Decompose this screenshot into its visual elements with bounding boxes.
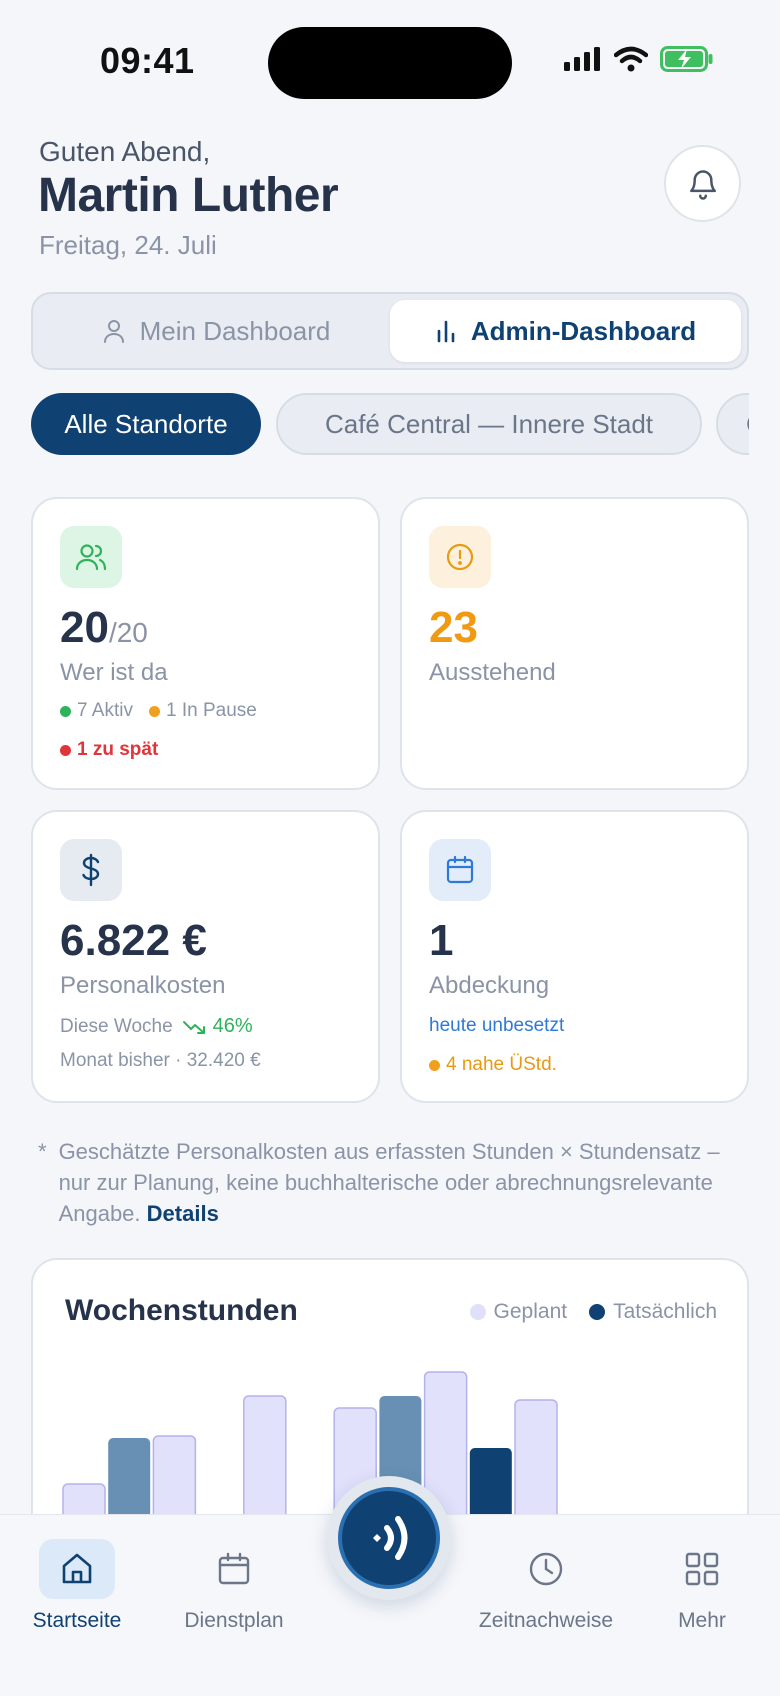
icon-box bbox=[429, 839, 491, 901]
chip-all-locations[interactable]: Alle Standorte bbox=[31, 393, 261, 455]
card-label: Personalkosten bbox=[60, 972, 226, 999]
nfc-icon bbox=[373, 1516, 408, 1560]
icon-box bbox=[429, 526, 491, 588]
tab-home[interactable]: Startseite bbox=[7, 1539, 147, 1633]
bar-chart-icon bbox=[437, 320, 455, 343]
pause-dot bbox=[148, 705, 160, 717]
coverage-value: 1 bbox=[429, 916, 454, 965]
calendar-icon bbox=[446, 855, 474, 884]
wifi-icon bbox=[614, 46, 648, 72]
present-total: /20 bbox=[108, 617, 148, 648]
status-time: 09:41 bbox=[100, 40, 195, 81]
costs-value: 6.822 € bbox=[60, 916, 207, 965]
dashboard-switch: Mein Dashboard Admin-Dashboard bbox=[31, 292, 749, 370]
clock-in-button[interactable] bbox=[338, 1487, 440, 1589]
details-link[interactable]: Details bbox=[147, 1201, 219, 1226]
coverage-card[interactable]: 1 Abdeckung heute unbesetzt 4 nahe ÜStd. bbox=[400, 810, 749, 1103]
grid-icon bbox=[685, 1552, 719, 1586]
attendance-card[interactable]: 20/20 Wer ist da 7 Aktiv 1 In Pause 1 zu… bbox=[31, 497, 380, 790]
tab-label: Startseite bbox=[32, 1609, 122, 1632]
status-bar: 09:41 bbox=[0, 0, 780, 120]
present-count: 20 bbox=[60, 603, 109, 652]
tab-my-dashboard[interactable]: Mein Dashboard bbox=[41, 300, 391, 362]
costs-card[interactable]: 6.822 € Personalkosten Diese Woche 46% M… bbox=[31, 810, 380, 1103]
battery-charging-icon bbox=[660, 46, 713, 72]
card-label: Ausstehend bbox=[429, 659, 556, 686]
tab-admin-dashboard[interactable]: Admin-Dashboard bbox=[390, 300, 741, 362]
active-dot bbox=[60, 705, 71, 717]
tab-more[interactable]: Mehr bbox=[632, 1539, 772, 1633]
dynamic-island bbox=[268, 27, 512, 99]
pause-count: 1 In Pause bbox=[165, 700, 257, 721]
unfilled-today[interactable]: heute unbesetzt bbox=[429, 1015, 564, 1037]
tab-label: Admin-Dashboard bbox=[470, 315, 697, 346]
week-trend: 46% bbox=[212, 1015, 253, 1037]
overtime-count: 4 nahe ÜStd. bbox=[446, 1054, 557, 1075]
location-filter: Alle Standorte Café Central — Innere Sta… bbox=[31, 393, 749, 457]
tab-label: Mein Dashboard bbox=[139, 315, 331, 346]
calendar-icon bbox=[218, 1552, 250, 1585]
card-label: Abdeckung bbox=[429, 972, 550, 999]
card-label: Wer ist da bbox=[60, 659, 168, 686]
user-icon bbox=[103, 320, 124, 343]
late-dot bbox=[60, 744, 71, 756]
trending-down-icon bbox=[182, 1020, 205, 1034]
bell-icon bbox=[689, 169, 716, 200]
chip-next-location[interactable]: Ca bbox=[716, 393, 749, 455]
week-label: Diese Woche bbox=[60, 1015, 173, 1037]
chip-cafe-central[interactable]: Café Central — Innere Stadt bbox=[276, 393, 702, 455]
pending-count: 23 bbox=[429, 603, 478, 652]
overtime-dot bbox=[429, 1059, 440, 1071]
signal-icon bbox=[564, 47, 600, 71]
cost-disclaimer: * Geschätzte Personalkosten aus erfasste… bbox=[38, 1136, 748, 1229]
icon-box bbox=[60, 526, 122, 588]
note-star: * bbox=[38, 1139, 47, 1164]
tab-timesheets[interactable]: Zeitnachweise bbox=[476, 1539, 616, 1633]
home-icon bbox=[62, 1553, 92, 1584]
active-count: 7 Aktiv bbox=[77, 700, 133, 721]
greeting: Guten Abend, bbox=[39, 136, 211, 167]
late-count: 1 zu spät bbox=[77, 739, 159, 760]
alert-circle-icon bbox=[446, 543, 474, 571]
users-icon bbox=[75, 544, 107, 571]
current-date: Freitag, 24. Juli bbox=[39, 230, 217, 260]
clock-icon bbox=[529, 1552, 563, 1586]
month-to-date: Monat bisher · 32.420 € bbox=[60, 1050, 261, 1071]
tab-label: Zeitnachweise bbox=[478, 1609, 614, 1632]
dollar-icon bbox=[82, 853, 100, 887]
user-name: Martin Luther bbox=[38, 169, 339, 222]
tab-label: Mehr bbox=[678, 1609, 726, 1632]
tab-label: Dienstplan bbox=[184, 1609, 284, 1632]
tab-schedule[interactable]: Dienstplan bbox=[164, 1539, 304, 1633]
pending-card[interactable]: 23 Ausstehend bbox=[400, 497, 749, 790]
notifications-button[interactable] bbox=[664, 145, 741, 222]
icon-box bbox=[60, 839, 122, 901]
